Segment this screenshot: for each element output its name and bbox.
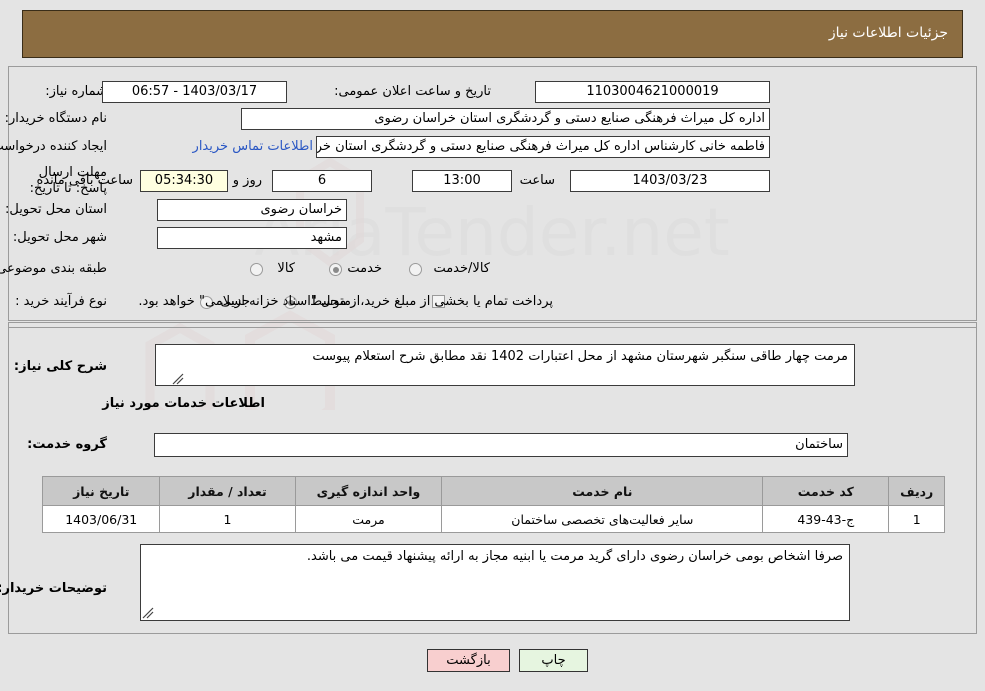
col-unit: واحد اندازه گیری xyxy=(294,476,443,506)
radio-category-khedmat[interactable] xyxy=(329,263,342,276)
remaining-days-value: 6 xyxy=(272,170,372,192)
need-number-label: شماره نیاز: xyxy=(45,84,107,99)
buyer-org-label: نام دستگاه خریدار: xyxy=(4,111,107,126)
remaining-time-label: ساعت باقی مانده xyxy=(36,173,133,188)
col-service-code: کد خدمت xyxy=(762,476,890,506)
buyer-contact-link[interactable]: اطلاعات تماس خریدار xyxy=(193,139,313,154)
col-row-no: ردیف xyxy=(888,476,945,506)
announce-datetime-value: 1403/03/17 - 06:57 xyxy=(102,81,287,103)
page-title: جزئیات اطلاعات نیاز xyxy=(828,25,948,41)
col-quantity: تعداد / مقدار xyxy=(159,476,296,506)
service-group-label: گروه خدمت: xyxy=(27,437,107,452)
back-button[interactable]: بازگشت xyxy=(427,649,510,672)
page-root: AriaTender.net جزئیات اطلاعات نیاز شماره… xyxy=(0,0,985,691)
requester-label: ایجاد کننده درخواست: xyxy=(0,139,107,154)
need-info-panel xyxy=(8,66,977,321)
table-header-row: ردیف کد خدمت نام خدمت واحد اندازه گیری ت… xyxy=(41,476,945,506)
deadline-date-value: 1403/03/23 xyxy=(570,170,770,192)
print-button[interactable]: چاپ xyxy=(519,649,588,672)
radio-category-kala-khedmat-label: کالا/خدمت xyxy=(433,261,490,276)
service-group-value: ساختمان xyxy=(154,433,848,457)
cell-quantity: 1 xyxy=(159,505,296,533)
remaining-time-value: 05:34:30 xyxy=(140,170,228,192)
city-value: مشهد xyxy=(157,227,347,249)
city-label: شهر محل تحویل: xyxy=(12,230,107,245)
radio-category-kala-khedmat[interactable] xyxy=(409,263,422,276)
treasury-note-text: پرداخت تمام یا بخشی از مبلغ خرید،از محل … xyxy=(138,294,553,309)
announce-datetime-label: تاریخ و ساعت اعلان عمومی: xyxy=(334,84,491,99)
province-label: استان محل تحویل: xyxy=(5,202,107,217)
summary-label: شرح کلی نیاز: xyxy=(13,359,107,374)
buyer-notes-label: توضیحات خریدار: xyxy=(0,581,107,596)
province-value: خراسان رضوی xyxy=(157,199,347,221)
cell-service-code: ج-43-439 xyxy=(762,505,890,533)
category-label: طبقه بندی موضوعی: xyxy=(0,261,107,276)
cell-service-name: سایر فعالیت‌های تخصصی ساختمان xyxy=(441,505,764,533)
purchase-type-label: نوع فرآیند خرید : xyxy=(15,294,107,309)
window-title-bar: جزئیات اطلاعات نیاز xyxy=(22,10,963,58)
deadline-hour-value: 13:00 xyxy=(412,170,512,192)
table-row: 1 ج-43-439 سایر فعالیت‌های تخصصی ساختمان… xyxy=(41,505,945,533)
col-need-date: تاریخ نیاز xyxy=(41,476,161,506)
buyer-org-value: اداره کل میراث فرهنگی صنایع دستی و گردشگ… xyxy=(241,108,770,130)
radio-category-khedmat-label: خدمت xyxy=(347,261,382,276)
cell-row-no: 1 xyxy=(888,505,945,533)
radio-category-kala-label: کالا xyxy=(277,261,295,276)
services-table: ردیف کد خدمت نام خدمت واحد اندازه گیری ت… xyxy=(41,476,945,533)
need-number-value: 1103004621000019 xyxy=(535,81,770,103)
section-divider-1 xyxy=(8,327,977,328)
requester-value: فاطمه خانی کارشناس اداره کل میراث فرهنگی… xyxy=(316,136,770,158)
col-service-name: نام خدمت xyxy=(441,476,764,506)
deadline-hour-label: ساعت xyxy=(519,173,555,188)
buyer-notes-textarea[interactable]: صرفا اشخاص بومی خراسان رضوی دارای گرید م… xyxy=(140,544,850,621)
summary-textarea[interactable]: مرمت چهار طاقی سنگبر شهرستان مشهد از محل… xyxy=(155,344,855,386)
cell-need-date: 1403/06/31 xyxy=(41,505,161,533)
cell-unit: مرمت xyxy=(294,505,443,533)
services-section-title: اطلاعات خدمات مورد نیاز xyxy=(102,396,265,411)
radio-category-kala[interactable] xyxy=(250,263,263,276)
remaining-days-label: روز و xyxy=(232,173,262,188)
